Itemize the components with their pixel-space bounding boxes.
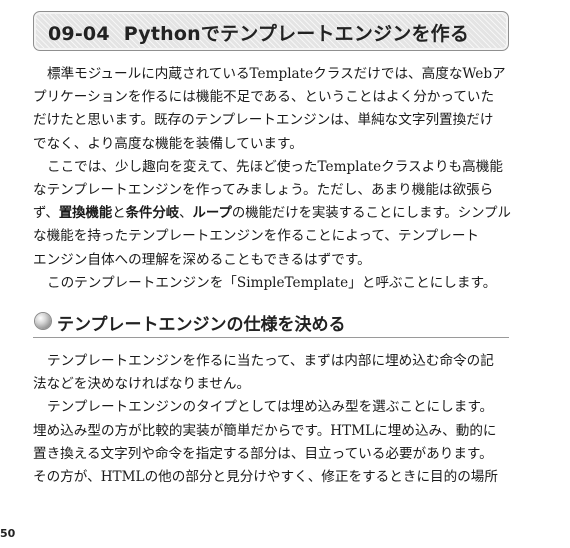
- text-line: ここでは、少し趣向を変えて、先ほど使ったTemplateクラスよりも高機能: [47, 158, 503, 175]
- text-line: テンプレートエンジンのタイプとしては埋め込み型を選ぶことにします。: [47, 399, 494, 416]
- text-line: 標準モジュールに内蔵されているTemplateクラスだけでは、高度なWebア: [47, 66, 506, 82]
- text-line: このテンプレートエンジンを「SimpleTemplate」と呼ぶことにします。: [47, 274, 497, 291]
- feature-replace: 置換機能: [58, 205, 113, 222]
- bullet-sphere-icon: [35, 313, 51, 329]
- text-line: プリケーションを作るには機能不足である、ということはよく分かっていた: [33, 89, 495, 106]
- text-line: 埋め込み型の方が比較的実装が簡単だからです。HTMLに埋め込み、動的に: [33, 422, 497, 439]
- section-heading-banner: 09-04 Pythonでテンプレートエンジンを作る: [33, 11, 509, 51]
- subsection-heading: テンプレートエンジンの仕様を決める: [33, 309, 509, 338]
- section-number: 09-04: [48, 23, 110, 45]
- page-number: 50: [0, 527, 16, 540]
- paragraph-plan: ここでは、少し趣向を変えて、先ほど使ったTemplateクラスよりも高機能 なテ…: [33, 156, 511, 272]
- text-line: な機能を持ったテンプレートエンジンを作ることによって、テンプレート: [33, 228, 480, 245]
- feature-conditional: 条件分岐: [125, 205, 180, 222]
- section-title: 09-04 Pythonでテンプレートエンジンを作る: [48, 19, 469, 46]
- text-fragment: 、: [179, 205, 193, 222]
- text-line: その方が、HTMLの他の部分と見分けやすく、修正をするときに目的の場所: [33, 469, 498, 485]
- text-line-features: ず、置換機能と条件分岐、ループの機能だけを実装することにします。シンプル: [33, 202, 511, 225]
- text-fragment: ず、: [33, 205, 59, 222]
- paragraph-naming: このテンプレートエンジンを「SimpleTemplate」と呼ぶことにします。: [33, 272, 511, 295]
- section-title-text: Pythonでテンプレートエンジンを作る: [123, 23, 470, 45]
- text-line: 法などを決めなければなりません。: [33, 376, 251, 393]
- text-line: なテンプレートエンジンを作ってみましょう。ただし、あまり機能は欲張ら: [33, 182, 494, 198]
- text-line: 置き換える文字列や命令を指定する部分は、目立っている必要があります。: [33, 445, 493, 462]
- text-fragment: の機能だけを実装することにします。シンプル: [231, 205, 511, 222]
- subsection-title: テンプレートエンジンの仕様を決める: [57, 315, 346, 335]
- text-fragment: と: [112, 205, 126, 222]
- text-line: だけたと思います。既存のテンプレートエンジンは、単純な文字列置換だけ: [33, 112, 494, 129]
- paragraph-intro: 標準モジュールに内蔵されているTemplateクラスだけでは、高度なWebア プ…: [33, 63, 511, 156]
- text-line: テンプレートエンジンを作るに当たって、まずは内部に埋め込む命令の記: [47, 353, 494, 369]
- feature-loop: ループ: [192, 205, 232, 222]
- paragraph-spec-type: テンプレートエンジンのタイプとしては埋め込み型を選ぶことにします。 埋め込み型の…: [33, 396, 511, 489]
- paragraph-spec-intro: テンプレートエンジンを作るに当たって、まずは内部に埋め込む命令の記 法などを決め…: [33, 350, 511, 396]
- text-line: エンジン自体への理解を深めることもできるはずです。: [33, 251, 371, 268]
- text-line: でなく、より高度な機能を装備しています。: [33, 135, 303, 152]
